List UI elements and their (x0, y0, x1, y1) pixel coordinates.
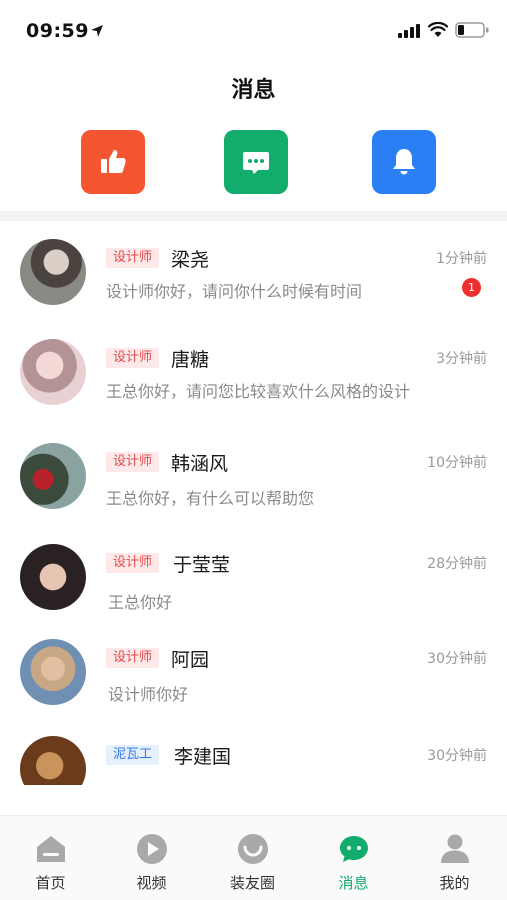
play-icon (136, 834, 167, 864)
message-list[interactable]: 设计师 梁尧 1分钟前 设计师你好，请问你什么时候有时间 1 设计师 唐糖 3分… (0, 221, 507, 785)
thumbs-up-icon (101, 150, 126, 173)
message-time: 3分钟前 (436, 351, 487, 367)
tab-label: 视频 (136, 874, 167, 892)
tab-community[interactable]: 装友圈 (202, 816, 303, 900)
avatar (20, 639, 86, 705)
notifications-button[interactable] (372, 130, 436, 194)
avatar (20, 736, 86, 785)
message-preview: 设计师你好，请问你什么时候有时间 (106, 282, 363, 301)
message-preview: 王总你好，请问您比较喜欢什么风格的设计 (106, 382, 411, 401)
message-row[interactable]: 设计师 唐糖 3分钟前 王总你好，请问您比较喜欢什么风格的设计 (0, 321, 507, 421)
message-time: 1分钟前 (436, 251, 487, 267)
role-tag: 设计师 (106, 348, 160, 368)
message-row[interactable]: 泥瓦工 李建国 30分钟前 (0, 718, 507, 785)
message-time: 10分钟前 (427, 455, 487, 471)
message-row[interactable]: 设计师 韩涵风 10分钟前 王总你好，有什么可以帮助您 (0, 425, 507, 525)
role-tag: 设计师 (106, 452, 160, 472)
contact-name: 于莹莹 (173, 554, 231, 576)
role-tag: 设计师 (106, 553, 160, 573)
role-tag: 设计师 (106, 248, 160, 268)
likes-button[interactable] (81, 130, 145, 194)
message-preview: 王总你好，有什么可以帮助您 (106, 489, 315, 508)
role-tag: 设计师 (106, 648, 160, 668)
message-time: 30分钟前 (427, 651, 487, 667)
message-preview: 王总你好 (108, 593, 173, 612)
contact-name: 唐糖 (171, 349, 210, 371)
message-row[interactable]: 设计师 阿园 30分钟前 设计师你好 (0, 621, 507, 721)
message-row[interactable]: 设计师 于莹莹 28分钟前 王总你好 (0, 526, 507, 626)
message-row[interactable]: 设计师 梁尧 1分钟前 设计师你好，请问你什么时候有时间 1 (0, 221, 507, 321)
contact-name: 李建国 (174, 746, 232, 768)
avatar (20, 239, 86, 305)
message-time: 30分钟前 (427, 748, 487, 764)
message-preview: 设计师你好 (108, 685, 189, 704)
location-arrow-icon (91, 25, 103, 37)
tab-video[interactable]: 视频 (101, 816, 202, 900)
avatar (20, 443, 86, 509)
chat-bubble-icon (243, 152, 269, 174)
user-icon (440, 834, 469, 863)
tab-label: 我的 (439, 874, 470, 892)
contact-name: 梁尧 (171, 249, 210, 271)
unread-badge: 1 (462, 278, 481, 297)
chat-icon (339, 836, 368, 862)
section-divider (0, 211, 507, 221)
tab-label: 消息 (338, 874, 369, 892)
home-icon (36, 836, 65, 862)
page-title: 消息 (231, 78, 276, 103)
tab-messages[interactable]: 消息 (303, 816, 404, 900)
battery-icon (455, 22, 489, 38)
role-tag: 泥瓦工 (106, 745, 160, 765)
tab-label: 装友圈 (229, 874, 275, 892)
contact-name: 韩涵风 (171, 453, 229, 475)
tab-profile[interactable]: 我的 (404, 816, 505, 900)
status-bar: 09:59 (0, 0, 507, 60)
smile-icon (237, 834, 268, 864)
avatar (20, 544, 86, 610)
tab-label: 首页 (35, 874, 66, 892)
cellular-signal-icon (398, 24, 420, 38)
bottom-tab-bar: 首页 视频 装友圈 消息 我的 (0, 815, 507, 900)
avatar (20, 339, 86, 405)
message-time: 28分钟前 (427, 556, 487, 572)
comments-button[interactable] (224, 130, 288, 194)
status-time: 09:59 (26, 20, 89, 42)
tab-home[interactable]: 首页 (0, 816, 101, 900)
wifi-icon (428, 22, 448, 37)
bell-icon (393, 149, 415, 175)
contact-name: 阿园 (171, 649, 210, 671)
